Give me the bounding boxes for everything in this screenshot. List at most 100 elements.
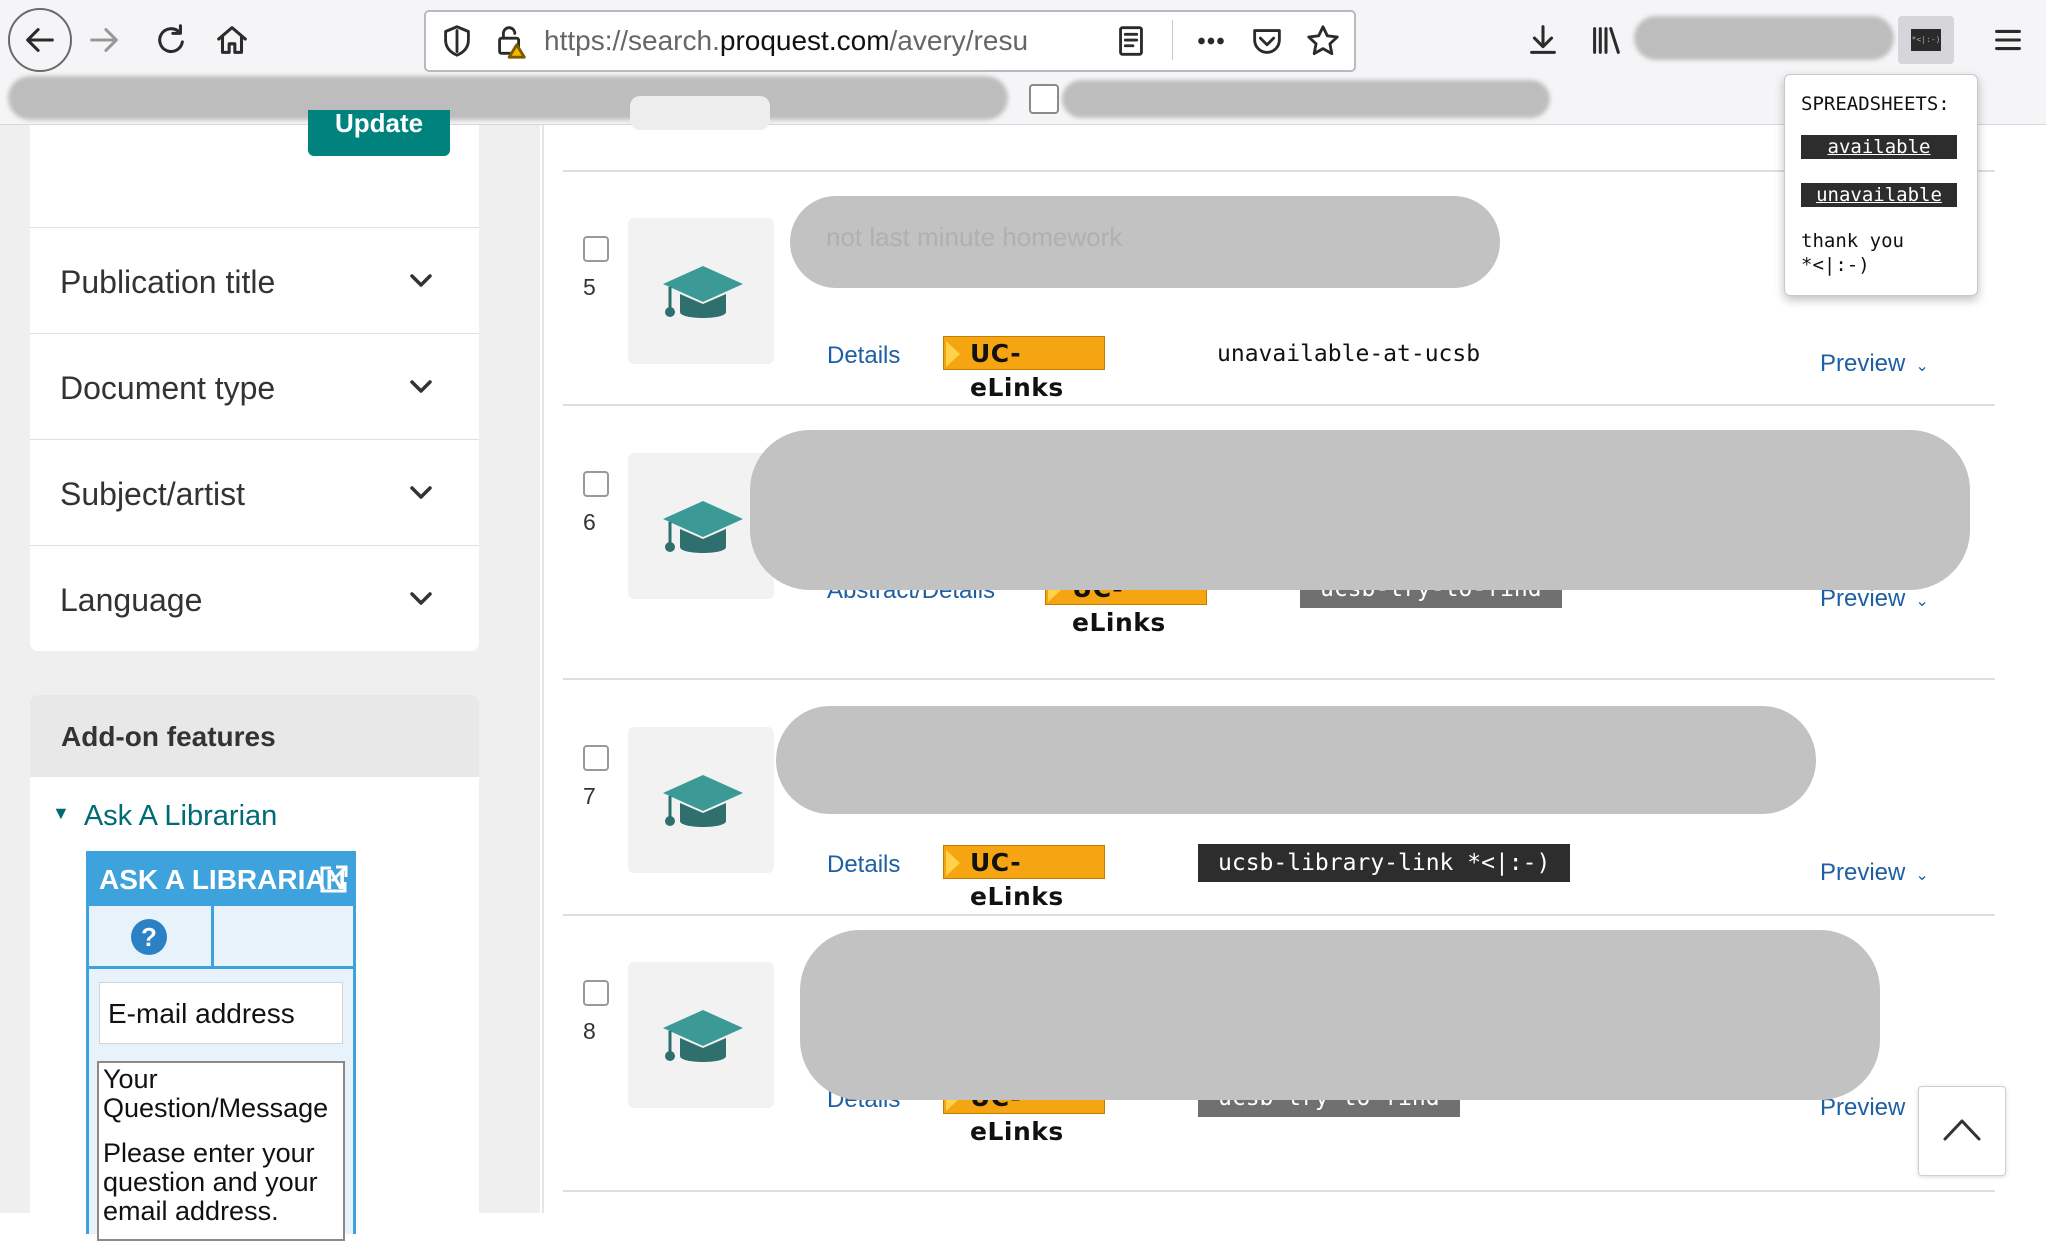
browser-toolbar: https://search.proquest.com/avery/resu *…: [0, 0, 2046, 80]
triangle-down-icon: ▼: [52, 803, 70, 823]
result-number: 6: [583, 509, 596, 535]
filter-label: Subject/artist: [60, 476, 245, 512]
help-icon[interactable]: ?: [131, 919, 167, 955]
result-number: 7: [583, 783, 596, 809]
preview-link[interactable]: Preview ⌄: [1820, 350, 1929, 378]
widget-header: ASK A LIBRARIAN: [89, 854, 353, 906]
chevron-down-icon: [410, 486, 432, 499]
message-textarea[interactable]: Your Question/Message Please enter your …: [97, 1061, 345, 1241]
bookmark-checkbox[interactable]: [1029, 84, 1059, 114]
filter-label: Language: [60, 582, 203, 618]
filter-subject-artist[interactable]: Subject/artist: [30, 439, 479, 545]
arrow-left-icon: [26, 28, 54, 52]
redacted-bookmarks-left: [8, 76, 1008, 120]
chevron-down-icon: ⌄: [1915, 358, 1929, 375]
popup-thanks: thank you *<|:-): [1801, 230, 1904, 276]
result-divider: [563, 1190, 1995, 1192]
url-bar[interactable]: https://search.proquest.com/avery/resu: [424, 10, 1356, 72]
shield-icon[interactable]: [438, 22, 476, 60]
menu-button[interactable]: [1980, 12, 2036, 68]
badge-unavailable[interactable]: unavailable: [1801, 183, 1957, 207]
url-text[interactable]: https://search.proquest.com/avery/resu: [544, 25, 1104, 57]
chevron-down-icon: ⌄: [1915, 593, 1929, 610]
filter-document-type[interactable]: Document type: [30, 333, 479, 439]
email-field[interactable]: E-mail address: [99, 982, 343, 1044]
spreadsheet-popup: SPREADSHEETS: available unavailable than…: [1784, 74, 1978, 296]
result-checkbox[interactable]: [583, 980, 609, 1006]
result-checkbox[interactable]: [583, 745, 609, 771]
downloads-button[interactable]: [1515, 12, 1571, 68]
graduation-cap-icon: [663, 266, 743, 318]
ask-librarian-widget: ASK A LIBRARIAN ? E-mail address Your Qu…: [86, 851, 356, 1241]
chevron-up-icon: [1943, 1119, 1981, 1141]
dissertation-thumbnail[interactable]: [628, 218, 774, 364]
graduation-cap-icon: [663, 775, 743, 827]
home-button[interactable]: [204, 12, 260, 68]
result-number: 5: [583, 274, 596, 300]
details-link[interactable]: Details: [827, 342, 900, 370]
ask-librarian-toggle[interactable]: ▼ Ask A Librarian: [52, 800, 277, 833]
popup-title: SPREADSHEETS:: [1801, 93, 1950, 115]
reload-icon: [158, 24, 184, 53]
graduation-cap-icon: [663, 1010, 743, 1062]
url-divider: [1172, 20, 1173, 60]
back-button[interactable]: [8, 8, 72, 72]
external-link-icon[interactable]: [317, 862, 351, 896]
redacted-previous-result: [630, 96, 770, 130]
result-divider: [563, 914, 1995, 916]
more-actions-icon[interactable]: [1192, 22, 1230, 60]
addon-features-panel: Add-on features ▼ Ask A Librarian ASK A L…: [30, 695, 479, 1241]
redacted-title: [800, 930, 1880, 1100]
reader-view-icon[interactable]: [1112, 22, 1150, 60]
library-button[interactable]: [1578, 12, 1634, 68]
redacted-title: [776, 706, 1816, 814]
widget-tabs: ?: [89, 906, 353, 969]
home-icon: [217, 26, 247, 54]
widget-title: ASK A LIBRARIAN: [99, 864, 346, 895]
chevron-down-icon: [410, 274, 432, 287]
widget-help-tab[interactable]: ?: [89, 906, 214, 966]
preview-link[interactable]: Preview ⌄: [1820, 859, 1929, 887]
filter-label: Document type: [60, 370, 276, 406]
library-icon: [1593, 27, 1620, 54]
result-divider: [563, 678, 1995, 680]
insecure-lock-icon[interactable]: [492, 22, 530, 60]
availability-status: ucsb-library-link *<|:-): [1198, 844, 1571, 882]
hamburger-icon: [1995, 29, 2021, 51]
badge-available[interactable]: available: [1801, 135, 1957, 159]
result-divider: [563, 170, 1995, 172]
download-icon: [1530, 25, 1556, 54]
result-divider: [563, 404, 1995, 406]
uc-elinks-button[interactable]: UC-eLinks: [943, 845, 1105, 911]
forward-button[interactable]: [76, 12, 132, 68]
result-checkbox[interactable]: [583, 236, 609, 262]
dissertation-thumbnail[interactable]: [628, 727, 774, 873]
redacted-bookmarks-right: [1062, 80, 1550, 118]
availability-status: unavailable-at-ucsb: [1217, 341, 1481, 367]
filter-language[interactable]: Language: [30, 545, 479, 651]
uc-elinks-button[interactable]: UC-eLinks: [943, 336, 1105, 402]
filter-label: Publication title: [60, 264, 276, 300]
addon-header: Add-on features: [30, 695, 479, 777]
redacted-toolbar-area: [1634, 16, 1894, 60]
result-title-partial: not last minute homework: [826, 222, 1123, 252]
spreadsheet-extension-button[interactable]: *<|:-): [1898, 16, 1954, 64]
addon-title: Add-on features: [61, 721, 276, 752]
result-number: 8: [583, 1018, 596, 1044]
message-label: Your Question/Message: [103, 1064, 329, 1123]
scroll-to-top-button[interactable]: [1918, 1086, 2006, 1176]
filter-publication-title[interactable]: Publication title: [30, 227, 479, 333]
arrow-right-icon: [90, 28, 118, 52]
pocket-icon[interactable]: [1248, 22, 1286, 60]
result-checkbox[interactable]: [583, 471, 609, 497]
terminal-icon: *<|:-): [1911, 29, 1941, 51]
graduation-cap-icon: [663, 501, 743, 553]
bookmark-star-icon[interactable]: [1304, 22, 1342, 60]
update-button[interactable]: Update: [308, 110, 450, 156]
details-link[interactable]: Details: [827, 851, 900, 879]
chevron-down-icon: [410, 592, 432, 605]
dissertation-thumbnail[interactable]: [628, 962, 774, 1108]
reload-button[interactable]: [142, 12, 198, 68]
redacted-title: [750, 430, 1970, 590]
chevron-down-icon: ⌄: [1915, 867, 1929, 884]
